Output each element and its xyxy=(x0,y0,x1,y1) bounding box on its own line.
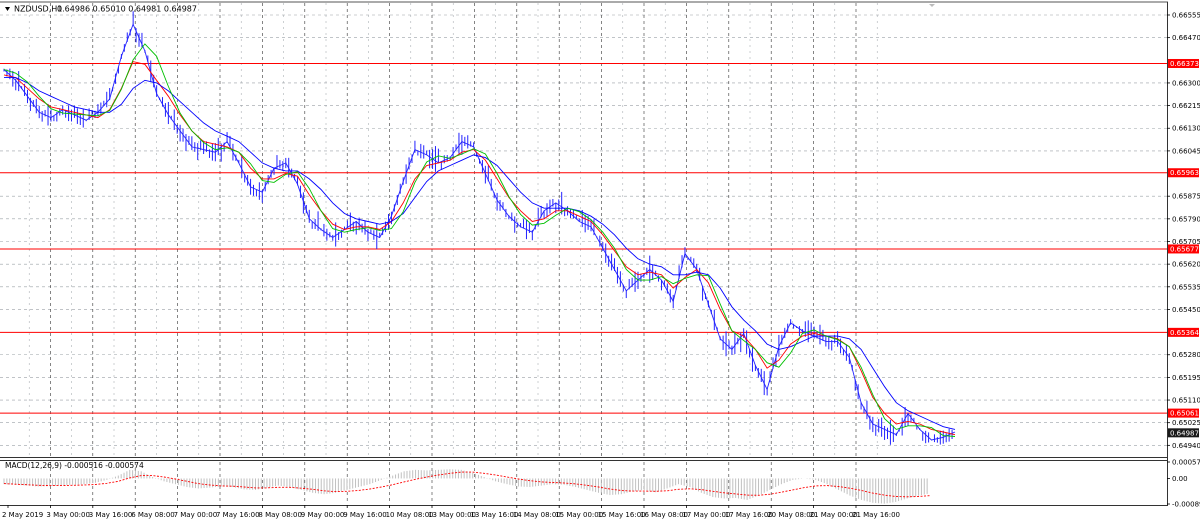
time-tick-label: 21 May 16:00 xyxy=(852,511,900,519)
time-tick-label: 17 May 00:00 xyxy=(682,511,730,519)
price-tick-label: 0.65280 xyxy=(1172,351,1200,359)
chart-header: NZDUSD,H1 0.64986 0.65010 0.64981 0.6498… xyxy=(5,5,197,14)
time-tick-label: 13 May 00:00 xyxy=(428,511,476,519)
macd-tick-label: -0.000892 xyxy=(1172,501,1200,509)
current-price-label: 0.64987 xyxy=(1170,429,1199,437)
symbol-timeframe: NZDUSD,H1 xyxy=(14,5,62,14)
time-tick-label: 15 May 16:00 xyxy=(598,511,646,519)
price-tick-label: 0.64940 xyxy=(1172,442,1200,450)
price-tick-label: 0.65705 xyxy=(1172,238,1200,246)
time-tick-label: 9 May 00:00 xyxy=(301,511,345,519)
price-level-label: 0.65677 xyxy=(1170,245,1199,253)
time-tick-label: 6 May 08:00 xyxy=(131,511,175,519)
price-level-label: 0.65061 xyxy=(1170,410,1199,418)
price-level-label: 0.65963 xyxy=(1170,169,1199,177)
time-tick-label: 21 May 00:00 xyxy=(810,511,858,519)
ohlc-values: 0.64986 0.65010 0.64981 0.64987 xyxy=(57,5,197,14)
price-tick-label: 0.65620 xyxy=(1172,261,1200,269)
price-tick-label: 0.65025 xyxy=(1172,419,1200,427)
trading-chart[interactable]: 0.66373 0.65963 0.65677 0.65364 0.65061 0.66… xyxy=(0,0,1200,523)
time-tick-label: 17 May 16:00 xyxy=(725,511,773,519)
time-tick-label: 3 May 16:00 xyxy=(89,511,133,519)
price-tick-label: 0.65450 xyxy=(1172,306,1200,314)
price-tick-label: 0.66130 xyxy=(1172,125,1200,133)
macd-header: MACD(12,26,9) -0.000516 -0.000574 xyxy=(5,461,144,470)
macd-title: MACD(12,26,9) -0.000516 -0.000574 xyxy=(5,461,144,470)
time-tick-label: 10 May 08:00 xyxy=(386,511,434,519)
time-tick-label: 16 May 08:00 xyxy=(640,511,688,519)
time-tick-label: 9 May 16:00 xyxy=(343,511,387,519)
price-tick-label: 0.66045 xyxy=(1172,147,1200,155)
time-tick-label: 20 May 08:00 xyxy=(767,511,815,519)
price-tick-label: 0.65790 xyxy=(1172,215,1200,223)
time-tick-label: 3 May 00:00 xyxy=(46,511,90,519)
time-tick-label: 7 May 16:00 xyxy=(216,511,260,519)
price-level-label: 0.65364 xyxy=(1170,329,1199,337)
price-tick-label: 0.65535 xyxy=(1172,283,1200,291)
price-tick-label: 0.65110 xyxy=(1172,397,1200,405)
price-tick-label: 0.66300 xyxy=(1172,79,1200,87)
time-tick-label: 2 May 2019 xyxy=(2,511,43,519)
time-tick-label: 14 May 08:00 xyxy=(513,511,561,519)
time-tick-label: 13 May 16:00 xyxy=(470,511,518,519)
price-tick-label: 0.65195 xyxy=(1172,374,1200,382)
time-tick-label: 7 May 00:00 xyxy=(174,511,218,519)
chart-canvas[interactable]: 0.66373 0.65963 0.65677 0.65364 0.65061 0.66… xyxy=(0,0,1200,523)
price-tick-label: 0.65875 xyxy=(1172,193,1200,201)
time-tick-label: 15 May 00:00 xyxy=(555,511,603,519)
price-level-label: 0.66373 xyxy=(1170,60,1199,68)
time-tick-label: 8 May 08:00 xyxy=(258,511,302,519)
price-tick-label: 0.66215 xyxy=(1172,102,1200,110)
macd-tick-label: 0.00 xyxy=(1172,475,1188,483)
macd-tick-label: 0.000574 xyxy=(1172,459,1200,467)
price-tick-label: 0.66470 xyxy=(1172,34,1200,42)
chart-background xyxy=(0,0,1200,523)
price-tick-label: 0.66555 xyxy=(1172,11,1200,19)
